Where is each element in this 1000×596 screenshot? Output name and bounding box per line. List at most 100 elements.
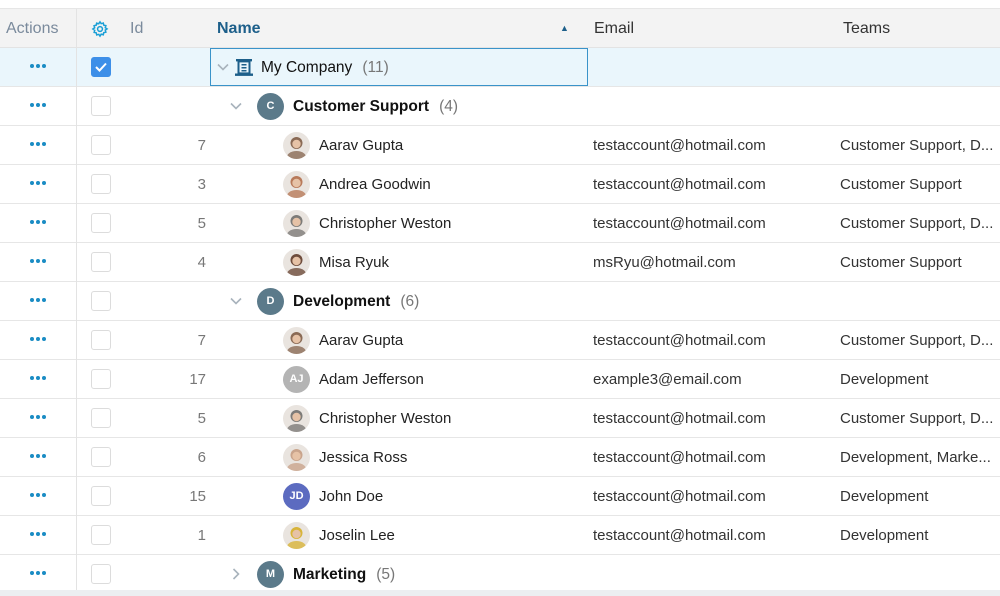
member-name: Andrea Goodwin bbox=[319, 176, 431, 193]
member-id: 1 bbox=[197, 527, 206, 544]
member-name: Christopher Weston bbox=[319, 215, 452, 232]
row-checkbox[interactable] bbox=[91, 564, 111, 584]
member-id: 5 bbox=[197, 215, 206, 232]
row-actions-menu[interactable] bbox=[30, 570, 46, 576]
member-name: Joselin Lee bbox=[319, 527, 395, 544]
row-checkbox[interactable] bbox=[91, 408, 111, 428]
group-label: Customer Support bbox=[293, 98, 430, 115]
row-actions-menu[interactable] bbox=[30, 219, 46, 225]
user-photo-avatar bbox=[283, 210, 310, 237]
member-email: testaccount@hotmail.com bbox=[593, 215, 766, 232]
tree-row-member[interactable]: 7 Aarav Gupta testaccount@hotmail.com Custo… bbox=[0, 321, 1000, 360]
member-email: msRyu@hotmail.com bbox=[593, 254, 736, 271]
row-checkbox[interactable] bbox=[91, 486, 111, 506]
user-photo-avatar bbox=[283, 249, 310, 276]
tree-row-member[interactable]: 17 AJ Adam Jefferson example3@email.com Deve… bbox=[0, 360, 1000, 399]
member-id: 3 bbox=[197, 176, 206, 193]
member-email: testaccount@hotmail.com bbox=[593, 449, 766, 466]
chevron-right-icon[interactable] bbox=[229, 567, 243, 581]
member-email: testaccount@hotmail.com bbox=[593, 410, 766, 427]
chevron-down-icon[interactable] bbox=[229, 294, 243, 308]
row-checkbox[interactable] bbox=[91, 174, 111, 194]
tree-row-member[interactable]: 5 Christopher Weston testaccount@hotmail.c… bbox=[0, 399, 1000, 438]
row-checkbox[interactable] bbox=[91, 96, 111, 116]
row-checkbox[interactable] bbox=[91, 291, 111, 311]
member-name: John Doe bbox=[319, 488, 384, 505]
group-avatar: D bbox=[257, 288, 284, 315]
group-avatar: C bbox=[257, 93, 284, 120]
row-actions-menu[interactable] bbox=[30, 531, 46, 537]
member-name: Christopher Weston bbox=[319, 410, 452, 427]
column-header-actions[interactable]: Actions bbox=[6, 9, 58, 48]
horizontal-scrollbar[interactable] bbox=[0, 590, 1000, 596]
row-checkbox[interactable] bbox=[91, 330, 111, 350]
member-id: 6 bbox=[197, 449, 206, 466]
row-checkbox[interactable] bbox=[91, 369, 111, 389]
top-strip bbox=[0, 0, 1000, 9]
column-divider bbox=[76, 9, 77, 596]
column-header-teams[interactable]: Teams bbox=[843, 9, 999, 48]
row-checkbox[interactable] bbox=[91, 135, 111, 155]
tree-row-member[interactable]: 4 Misa Ryuk msRyu@hotmail.com Customer Supp… bbox=[0, 243, 1000, 282]
member-name: Jessica Ross bbox=[319, 449, 408, 466]
user-photo-avatar bbox=[283, 522, 310, 549]
tree-row-group[interactable]: M Marketing (5) bbox=[0, 555, 1000, 594]
tree-row-root[interactable]: My Company (11) bbox=[0, 48, 1000, 87]
row-actions-menu[interactable] bbox=[30, 336, 46, 342]
member-email: example3@email.com bbox=[593, 371, 742, 388]
row-actions-menu[interactable] bbox=[30, 63, 46, 69]
tree-row-member[interactable]: 3 Andrea Goodwin testaccount@hotmail.com Cu… bbox=[0, 165, 1000, 204]
member-name: Aarav Gupta bbox=[319, 332, 404, 349]
row-checkbox[interactable] bbox=[91, 525, 111, 545]
tree-row-member[interactable]: 6 Jessica Ross testaccount@hotmail.com Deve… bbox=[0, 438, 1000, 477]
row-checkbox[interactable] bbox=[91, 57, 111, 77]
root-name: My Company (11) bbox=[261, 48, 389, 87]
user-photo-avatar bbox=[283, 444, 310, 471]
user-initials-avatar: AJ bbox=[283, 366, 310, 393]
group-label: Marketing bbox=[293, 566, 367, 583]
tree-row-member[interactable]: 1 Joselin Lee testaccount@hotmail.com Devel… bbox=[0, 516, 1000, 555]
gear-icon[interactable] bbox=[91, 20, 109, 38]
row-checkbox[interactable] bbox=[91, 252, 111, 272]
column-header-name[interactable]: Name bbox=[217, 9, 261, 48]
sort-ascending-icon[interactable]: ▲ bbox=[560, 9, 569, 48]
row-actions-menu[interactable] bbox=[30, 141, 46, 147]
group-count: (6) bbox=[400, 293, 420, 310]
grid-header: Actions Id Name ▲ Email Teams bbox=[0, 9, 1000, 48]
tree-row-group[interactable]: D Development (6) bbox=[0, 282, 1000, 321]
row-actions-menu[interactable] bbox=[30, 375, 46, 381]
row-actions-menu[interactable] bbox=[30, 102, 46, 108]
tree-row-member[interactable]: 7 Aarav Gupta testaccount@hotmail.com Custo… bbox=[0, 126, 1000, 165]
row-checkbox[interactable] bbox=[91, 213, 111, 233]
member-teams: Customer Support, D... bbox=[840, 332, 994, 349]
group-label: Development bbox=[293, 293, 391, 310]
group-name: Customer Support (4) bbox=[293, 87, 458, 126]
member-name: Misa Ryuk bbox=[319, 254, 390, 271]
member-name: Adam Jefferson bbox=[319, 371, 424, 388]
row-checkbox[interactable] bbox=[91, 447, 111, 467]
member-name: Aarav Gupta bbox=[319, 137, 404, 154]
user-photo-avatar bbox=[283, 132, 310, 159]
row-actions-menu[interactable] bbox=[30, 453, 46, 459]
chevron-down-icon[interactable] bbox=[229, 99, 243, 113]
member-teams: Development bbox=[840, 488, 929, 505]
row-actions-menu[interactable] bbox=[30, 258, 46, 264]
tree-row-group[interactable]: C Customer Support (4) bbox=[0, 87, 1000, 126]
row-actions-menu[interactable] bbox=[30, 180, 46, 186]
column-header-email[interactable]: Email bbox=[594, 9, 634, 48]
root-label: My Company bbox=[261, 59, 353, 76]
tree-row-member[interactable]: 15 JD John Doe testaccount@hotmail.com Devel… bbox=[0, 477, 1000, 516]
member-id: 17 bbox=[189, 371, 206, 388]
row-actions-menu[interactable] bbox=[30, 492, 46, 498]
row-actions-menu[interactable] bbox=[30, 414, 46, 420]
member-id: 4 bbox=[197, 254, 206, 271]
member-teams: Customer Support bbox=[840, 254, 962, 271]
member-teams: Customer Support, D... bbox=[840, 137, 994, 154]
row-actions-menu[interactable] bbox=[30, 297, 46, 303]
tree-row-member[interactable]: 5 Christopher Weston testaccount@hotmail.c… bbox=[0, 204, 1000, 243]
group-avatar: M bbox=[257, 561, 284, 588]
member-teams: Customer Support bbox=[840, 176, 962, 193]
member-teams: Development bbox=[840, 527, 929, 544]
chevron-down-icon[interactable] bbox=[216, 60, 230, 74]
column-header-id[interactable]: Id bbox=[130, 9, 143, 48]
